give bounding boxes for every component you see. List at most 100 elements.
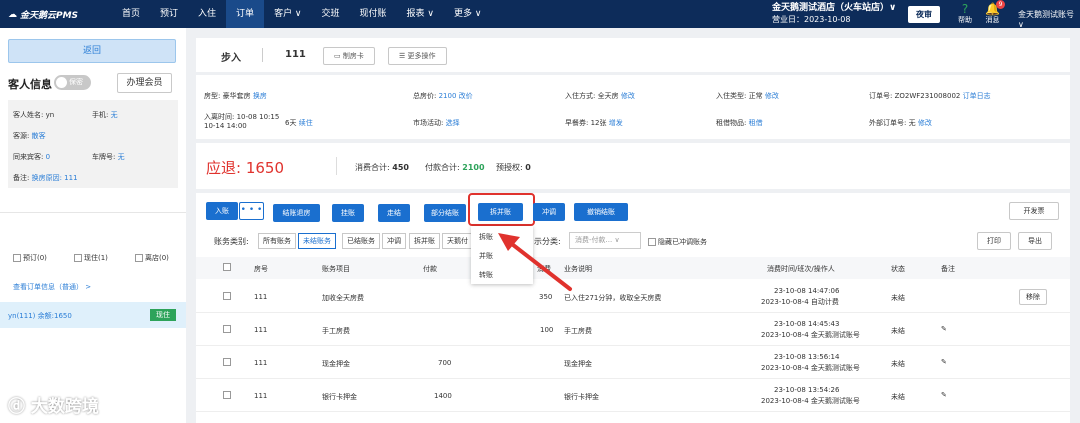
- hide-reversed-checkbox[interactable]: 隐藏已冲调账务: [648, 237, 707, 247]
- col-payment: 付款: [423, 265, 437, 273]
- guest-note-value: 换房原因: 111: [31, 174, 78, 182]
- checkbox[interactable]: [648, 238, 656, 246]
- row-checkbox[interactable]: [223, 325, 231, 335]
- make-card-button[interactable]: ▭ 制房卡: [323, 47, 375, 65]
- row-desc: 已入住271分钟，收取全天房费: [564, 294, 662, 302]
- extend-stay-link[interactable]: 续住: [299, 119, 313, 127]
- row-payment: 700: [438, 359, 452, 367]
- row-checkbox[interactable]: [223, 391, 231, 401]
- checkbox[interactable]: [223, 358, 231, 366]
- reverse-button[interactable]: 冲调: [533, 203, 565, 221]
- row-time: 23-10-08 13:54:26: [774, 386, 840, 394]
- checkbox[interactable]: [223, 263, 231, 271]
- export-button[interactable]: 导出: [1018, 232, 1052, 250]
- business-date: 营业日：2023-10-08: [772, 15, 851, 24]
- walk-settle-button[interactable]: 走结: [378, 204, 410, 222]
- filter-swanpay[interactable]: 天鹅付: [442, 233, 473, 249]
- room-entry[interactable]: yn(111) 余额:1650 现住: [0, 302, 186, 328]
- guest-name: 客人姓名: yn: [13, 110, 54, 120]
- transfer-account-item[interactable]: 转账: [479, 270, 493, 280]
- filter-all[interactable]: 所有账务: [258, 233, 296, 249]
- row-checkbox[interactable]: [223, 292, 231, 302]
- filter-checkedout[interactable]: 离店(0): [135, 253, 169, 263]
- watermark-text: 大数跨境: [30, 397, 99, 417]
- table-row[interactable]: 111 手工房费 100 手工房费 23-10-08 14:45:43 2023…: [196, 314, 1070, 346]
- guest-phone: 手机: 无: [92, 110, 118, 120]
- table-row[interactable]: 111 现金押金 700 现金押金 23-10-08 13:56:14 2023…: [196, 347, 1070, 379]
- account-menu[interactable]: 金天鹅测试账号 ∨: [1018, 9, 1080, 29]
- nav-reports[interactable]: 报表 ∨: [397, 0, 444, 28]
- hotel-name[interactable]: 金天鹅测试酒店（火车站店）∨: [772, 3, 896, 14]
- edit-checkin-type-link[interactable]: 修改: [765, 92, 779, 100]
- col-consume: 消费: [537, 265, 551, 273]
- filter-unsettled[interactable]: 未结账务: [298, 233, 336, 249]
- edit-icon[interactable]: ✎: [941, 391, 947, 399]
- settle-checkout-button[interactable]: 结账退房: [273, 204, 320, 222]
- edit-icon[interactable]: ✎: [941, 325, 947, 333]
- checkbox[interactable]: [135, 254, 143, 262]
- message-label: 消息: [985, 16, 1000, 24]
- ledger-panel: 入账 • • • 结账退房 挂账 走结 部分结账 拆并账 冲调 撤销结账 开发票…: [196, 193, 1070, 423]
- nav-customer[interactable]: 客户 ∨: [264, 0, 311, 28]
- split-account-item[interactable]: 拆账: [479, 232, 493, 242]
- more-actions-button[interactable]: ☰ 更多操作: [388, 47, 447, 65]
- checkin-type: 入住类型: 正常 修改: [716, 91, 779, 101]
- checkbox[interactable]: [223, 292, 231, 300]
- filter-settled[interactable]: 已结账务: [342, 233, 380, 249]
- checkbox[interactable]: [223, 391, 231, 399]
- nav-more[interactable]: 更多 ∨: [444, 0, 491, 28]
- add-breakfast-link[interactable]: 增发: [609, 119, 623, 127]
- view-order-info-link[interactable]: 查看订单信息（普通） >: [13, 282, 91, 292]
- print-button[interactable]: 打印: [977, 232, 1011, 250]
- checkbox[interactable]: [74, 254, 82, 262]
- edit-icon[interactable]: ✎: [941, 358, 947, 366]
- guest-name-label: 客人姓名:: [13, 111, 44, 119]
- filter-current[interactable]: 现住(1): [74, 253, 108, 263]
- companion: 同来宾客: 0: [13, 152, 50, 162]
- table-row[interactable]: 111 银行卡押金 1400 银行卡押金 23-10-08 13:54:26 2…: [196, 380, 1070, 412]
- hotel-selector[interactable]: 金天鹅测试酒店（火车站店）∨ 营业日：2023-10-08: [772, 3, 896, 25]
- guest-name-value: yn: [45, 111, 55, 119]
- change-room-link[interactable]: 换房: [253, 92, 267, 100]
- privacy-toggle[interactable]: 保密: [54, 75, 91, 90]
- back-button[interactable]: 返回: [8, 39, 176, 63]
- row-status: 未结: [891, 360, 905, 368]
- checkbox[interactable]: [13, 254, 21, 262]
- category-label: 示分类:: [534, 237, 561, 246]
- edit-external-link[interactable]: 修改: [918, 119, 932, 127]
- nav-reserve[interactable]: 预订: [150, 0, 188, 28]
- split-merge-button[interactable]: 拆并账: [478, 203, 523, 221]
- checkbox[interactable]: [223, 325, 231, 333]
- select-activity-link[interactable]: 选择: [446, 119, 460, 127]
- edit-checkin-mode-link[interactable]: 修改: [621, 92, 635, 100]
- nav-orders[interactable]: 订单: [226, 0, 265, 28]
- remove-button[interactable]: 移除: [1019, 289, 1047, 305]
- partial-settle-button[interactable]: 部分结账: [424, 204, 466, 222]
- filter-label: 账务类别:: [214, 237, 249, 246]
- rent-link[interactable]: 租借: [749, 119, 763, 127]
- select-all-checkbox[interactable]: [223, 263, 231, 273]
- cancel-settle-button[interactable]: 撤销结账: [574, 203, 628, 221]
- post-charge-button[interactable]: 入账: [206, 202, 238, 220]
- filter-reverse[interactable]: 冲调: [382, 233, 406, 249]
- guest-info-box: 客人姓名: yn 手机: 无 客源: 散客 同来宾客: 0 车牌号: 无 备注:…: [8, 100, 178, 188]
- filter-reserved[interactable]: 预订(0): [13, 253, 47, 263]
- order-log-link[interactable]: 订单日志: [963, 92, 991, 100]
- row-checkbox[interactable]: [223, 358, 231, 368]
- invoice-button[interactable]: 开发票: [1009, 202, 1059, 220]
- category-select[interactable]: 消费-付款... ∨: [569, 232, 641, 249]
- nav-shift[interactable]: 交班: [312, 0, 350, 28]
- nav-checkin[interactable]: 入住: [188, 0, 226, 28]
- nav-cash[interactable]: 现付账: [350, 0, 397, 28]
- merge-account-item[interactable]: 并账: [479, 251, 493, 261]
- member-button[interactable]: 办理会员: [117, 73, 172, 93]
- nav-home[interactable]: 首页: [112, 0, 150, 28]
- hang-account-button[interactable]: 挂账: [332, 204, 364, 222]
- filter-splitmerge[interactable]: 拆并账: [409, 233, 440, 249]
- checkin-mode: 入住方式: 全天房 修改: [565, 91, 635, 101]
- more-post-button[interactable]: • • •: [239, 202, 264, 220]
- change-price-link[interactable]: 2100 改价: [439, 92, 473, 100]
- help-button[interactable]: ? 帮助: [958, 2, 972, 25]
- table-row[interactable]: 111 加收全天房费 350 已入住271分钟，收取全天房费 23-10-08 …: [196, 281, 1070, 313]
- night-audit-button[interactable]: 夜审: [908, 6, 940, 23]
